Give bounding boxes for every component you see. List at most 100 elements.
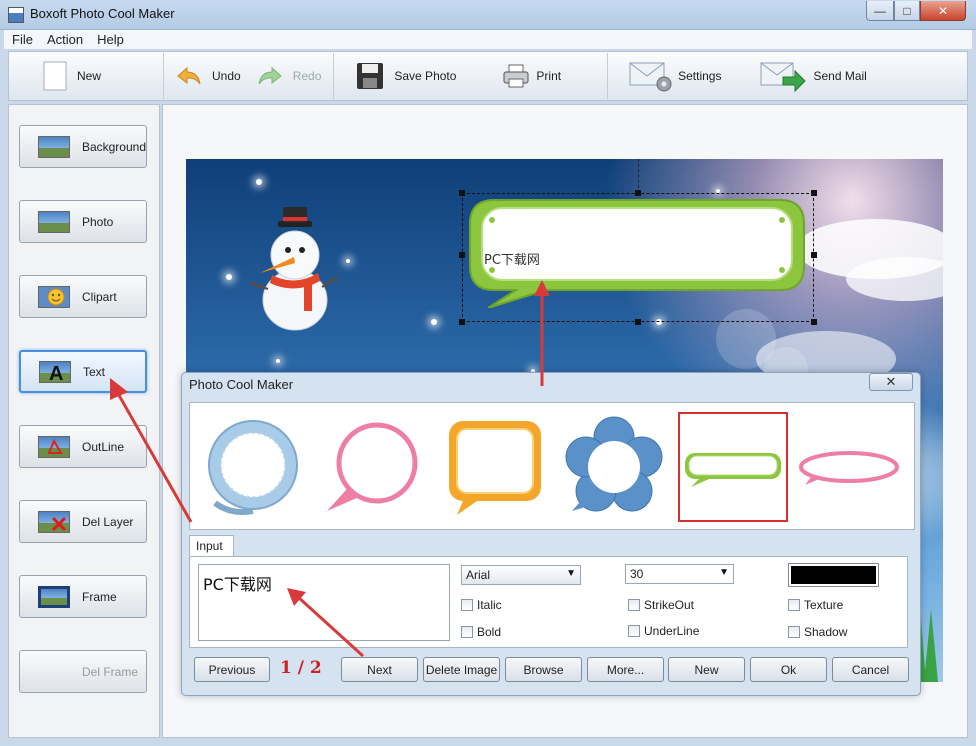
ok-button[interactable]: Ok xyxy=(750,657,827,682)
bold-checkbox[interactable]: Bold xyxy=(461,625,501,639)
maximize-button[interactable]: □ xyxy=(894,1,920,21)
bold-label: Bold xyxy=(477,625,502,639)
settings-mail-gear-icon xyxy=(628,59,674,93)
gallery-item-pink-oval[interactable] xyxy=(797,415,901,519)
more-button[interactable]: More... xyxy=(587,657,664,682)
toolbar-separator xyxy=(607,53,609,99)
new-button[interactable]: New xyxy=(9,56,159,96)
sidebar-item-clipart[interactable]: Clipart xyxy=(19,275,147,318)
print-label: Print xyxy=(536,69,562,83)
checkbox-box xyxy=(461,599,473,611)
clipart-smiley-icon xyxy=(38,285,70,308)
italic-checkbox[interactable]: Italic xyxy=(461,598,502,612)
print-button[interactable]: Print xyxy=(464,56,569,96)
page-indicator: 1 / 2 xyxy=(280,658,322,678)
resize-handle[interactable] xyxy=(459,252,465,258)
resize-handle[interactable] xyxy=(635,190,641,196)
dialog-title: Photo Cool Maker xyxy=(189,377,294,392)
outline-icon xyxy=(38,435,70,458)
printer-icon xyxy=(502,63,530,89)
sidebar-item-background[interactable]: Background xyxy=(19,125,147,168)
app-icon xyxy=(8,7,24,23)
font-select[interactable]: Arial ▼ xyxy=(461,565,581,585)
minimize-button[interactable]: — xyxy=(866,1,894,21)
browse-button[interactable]: Browse xyxy=(505,657,582,682)
size-select[interactable]: 30 ▼ xyxy=(625,564,734,584)
menu-file[interactable]: File xyxy=(12,32,33,47)
gallery-item-pink-bubble[interactable] xyxy=(321,415,425,519)
sidebar: Background Photo Clipart A Text OutLine … xyxy=(8,104,160,738)
text-input[interactable]: PC下载网 xyxy=(198,564,450,641)
selection-box[interactable] xyxy=(459,190,817,325)
shadow-label: Shadow xyxy=(804,625,848,639)
send-mail-label: Send Mail xyxy=(813,69,867,83)
new-label: New xyxy=(77,69,102,83)
sidebar-item-label: Clipart xyxy=(82,289,117,304)
new-document-icon xyxy=(43,61,67,91)
floppy-disk-icon xyxy=(356,62,384,90)
color-swatch-fill xyxy=(791,566,876,584)
resize-handle[interactable] xyxy=(811,190,817,196)
delete-layer-icon xyxy=(38,510,70,533)
resize-handle[interactable] xyxy=(811,252,817,258)
sidebar-item-label: Frame xyxy=(82,589,117,604)
gallery-item-blue-flower[interactable] xyxy=(562,415,666,519)
save-photo-button[interactable]: Save Photo xyxy=(338,56,464,96)
settings-label: Settings xyxy=(678,69,722,83)
checkbox-box xyxy=(788,599,800,611)
menu-help[interactable]: Help xyxy=(97,32,124,47)
redo-button[interactable]: Redo xyxy=(249,56,330,96)
sidebar-item-label: Photo xyxy=(82,214,114,229)
close-window-button[interactable]: ✕ xyxy=(920,1,966,21)
italic-label: Italic xyxy=(477,598,502,612)
gallery-item-orange-square[interactable] xyxy=(443,415,547,519)
previous-button[interactable]: Previous xyxy=(194,657,270,682)
svg-text:A: A xyxy=(49,363,63,382)
resize-handle[interactable] xyxy=(811,319,817,325)
menu-action[interactable]: Action xyxy=(47,32,83,47)
sidebar-item-outline[interactable]: OutLine xyxy=(19,425,147,468)
sidebar-item-del-layer[interactable]: Del Layer xyxy=(19,500,147,543)
tab-input[interactable]: Input xyxy=(189,535,234,557)
texture-label: Texture xyxy=(804,598,844,612)
next-button[interactable]: Next xyxy=(341,657,418,682)
dialog-close-button[interactable]: ✕ xyxy=(869,373,913,391)
text-a-icon: A xyxy=(39,360,71,383)
sidebar-item-photo[interactable]: Photo xyxy=(19,200,147,243)
sidebar-item-label: Background xyxy=(81,139,146,154)
checkbox-box xyxy=(788,626,800,638)
window-title: Boxoft Photo Cool Maker xyxy=(30,6,175,21)
sidebar-item-frame[interactable]: Frame xyxy=(19,575,147,618)
sidebar-item-del-frame[interactable]: Del Frame xyxy=(19,650,147,693)
resize-handle[interactable] xyxy=(459,190,465,196)
delete-image-button[interactable]: Delete Image xyxy=(423,657,500,682)
sidebar-item-text[interactable]: A Text xyxy=(19,350,147,393)
strikeout-checkbox[interactable]: StrikeOut xyxy=(628,598,694,612)
sidebar-item-label: Del Layer xyxy=(82,514,134,529)
snowman-clipart[interactable] xyxy=(240,205,340,335)
size-select-value: 30 xyxy=(630,567,644,581)
texture-checkbox[interactable]: Texture xyxy=(788,598,843,612)
photo-icon xyxy=(38,210,70,233)
frame-icon xyxy=(38,585,70,608)
undo-button[interactable]: Undo xyxy=(168,56,249,96)
cancel-button[interactable]: Cancel xyxy=(832,657,909,682)
center-guide-line xyxy=(638,159,639,193)
chevron-down-icon: ▼ xyxy=(719,567,729,578)
sidebar-item-label: OutLine xyxy=(82,439,125,454)
resize-handle[interactable] xyxy=(635,319,641,325)
gallery-item-green-rounded[interactable] xyxy=(678,412,788,522)
text-color-picker[interactable] xyxy=(788,563,879,587)
toolbar: New Undo Redo Save Photo Print Settings xyxy=(8,51,968,101)
settings-button[interactable]: Settings xyxy=(612,56,729,96)
checkbox-box xyxy=(628,599,640,611)
gallery-item-blue-ring[interactable] xyxy=(201,415,305,519)
dialog-new-button[interactable]: New xyxy=(668,657,745,682)
underline-checkbox[interactable]: UnderLine xyxy=(628,624,699,638)
send-mail-button[interactable]: Send Mail xyxy=(729,56,874,96)
redo-arrow-icon xyxy=(257,65,283,87)
landscape-icon xyxy=(38,135,70,158)
resize-handle[interactable] xyxy=(459,319,465,325)
underline-label: UnderLine xyxy=(644,624,700,638)
shadow-checkbox[interactable]: Shadow xyxy=(788,625,847,639)
